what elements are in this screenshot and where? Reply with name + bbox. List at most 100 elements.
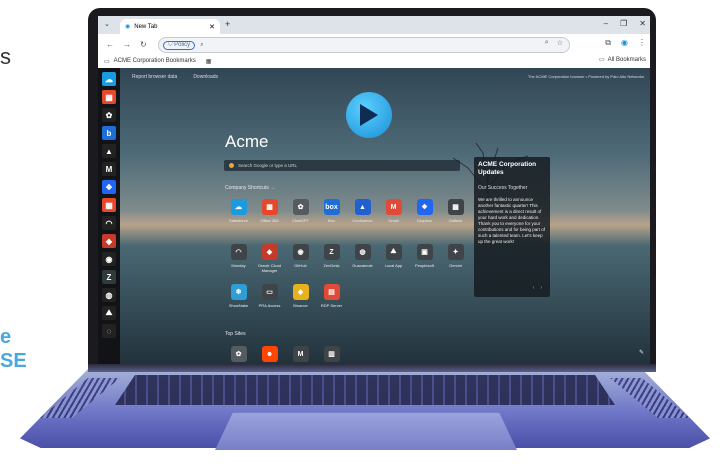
minimize-icon[interactable]: – (604, 19, 608, 28)
bookmark-folder[interactable]: ▭ ACME Corporation Bookmarks ▦ (104, 58, 211, 65)
shortcut-guacamole[interactable]: ◍ Guacamole (347, 244, 378, 273)
shortcut-local-app[interactable]: ⛰ Local App (378, 244, 409, 273)
shortcut-reddit[interactable]: ☻Reddit - (254, 346, 285, 364)
monday-icon[interactable]: ◠ (102, 216, 116, 230)
new-tab-button[interactable]: + (225, 19, 230, 29)
customize-pencil-icon[interactable]: ✎ (639, 349, 644, 356)
salesforce-icon[interactable]: ☁ (102, 72, 116, 86)
reload-icon[interactable]: ↻ (140, 40, 147, 49)
page-topbar: Report browser data Downloads (132, 74, 218, 80)
gmail-icon: M (385, 199, 402, 215)
zoom-icon[interactable]: ⌕ (545, 39, 549, 47)
shortcut-peoplesoft[interactable]: ▣ Peoplesoft (409, 244, 440, 273)
webstore-icon: ▥ (323, 346, 340, 362)
nav-buttons: ← → ↻ (106, 40, 147, 49)
confluence-icon[interactable]: ▲ (102, 144, 116, 158)
chatgpt-icon: ✿ (292, 199, 309, 215)
rdp-icon: ▤ (323, 284, 340, 300)
chatgpt-icon: ✿ (230, 346, 247, 362)
restore-icon[interactable]: ❐ (620, 19, 627, 28)
back-icon[interactable]: ← (106, 40, 114, 49)
company-shortcuts-heading[interactable]: Company Shortcuts → (225, 185, 275, 191)
shortcut-oracle-cloud-manager[interactable]: ◆ Oracle Cloud Manager (254, 244, 285, 273)
office-icon[interactable]: ▦ (102, 198, 116, 212)
shortcut-label: Monday (231, 263, 246, 268)
shortcut-salesforce[interactable]: ☁ Salesforce (223, 199, 254, 223)
shortcut-web-store[interactable]: ▥Web Store (316, 346, 347, 364)
tab-new-tab[interactable]: ◉ New Tab ✕ (120, 19, 220, 34)
shortcut-rdp-server[interactable]: ▤ RDP Server (316, 284, 347, 308)
address-bar-actions: ⌕ ☆ (545, 39, 563, 47)
snowflake-icon: ❄ (230, 284, 247, 300)
guacamole-icon[interactable]: ◍ (102, 288, 116, 302)
github-icon: ◉ (292, 244, 309, 260)
prev-icon[interactable]: ‹ (533, 285, 535, 291)
shortcuts-row-2: ◠ Monday ◆ Oracle Cloud Manager ◉ GitHub Z ZenD… (223, 244, 471, 273)
shortcut-github[interactable]: ◉ GitHub (285, 244, 316, 273)
powered-by-text: The ACME Corporation browser • Powered b… (527, 74, 644, 79)
shortcut-confluence[interactable]: ▲ Confluence (347, 199, 378, 223)
shortcut-shownake[interactable]: ❄ ShowNake (223, 284, 254, 308)
laptop-hinge (88, 364, 656, 372)
zendesk-icon: Z (323, 244, 340, 260)
all-bookmarks[interactable]: ▭ All Bookmarks (599, 56, 646, 64)
monday-icon: ◠ (230, 244, 247, 260)
window-controls: – ❐ ✕ (604, 19, 646, 28)
shortcut-gmail[interactable]: M Gmail (378, 199, 409, 223)
shortcut-monday[interactable]: ◠ Monday (223, 244, 254, 273)
local-app-icon[interactable]: ⛰ (102, 306, 116, 320)
box-icon[interactable]: b (102, 126, 116, 140)
forward-icon[interactable]: → (123, 40, 131, 49)
shortcut-label: Gmail (388, 218, 399, 223)
shortcut-label: GitHub (294, 263, 307, 268)
loading-icon[interactable]: ◌ (102, 324, 116, 338)
shortcut-box[interactable]: box Box (316, 199, 347, 223)
shortcut-binance[interactable]: ◈ Binance (285, 284, 316, 308)
next-icon[interactable]: › (540, 285, 542, 291)
gmail-icon[interactable]: M (102, 162, 116, 176)
page-title: Acme (225, 132, 269, 151)
shortcut-chatgpt[interactable]: ✿ChatGPT (285, 199, 316, 223)
apps-grid-icon[interactable]: ▦ (206, 58, 212, 65)
shortcut-inbox[interactable]: MInbox (285, 346, 316, 364)
close-window-icon[interactable]: ✕ (639, 19, 646, 28)
shortcut-pra-access[interactable]: ▭ PRA Access (254, 284, 285, 308)
address-bar[interactable]: ⛉ Policy ⌕ ⌕ ☆ (158, 37, 570, 53)
shortcut-office-365[interactable]: ▦ Office 365 (254, 199, 285, 223)
shortcut-label: Box (328, 218, 335, 223)
tab-search-chevron-icon[interactable]: ⌄ (104, 20, 110, 28)
policy-badge[interactable]: ⛉ Policy (163, 40, 196, 50)
shortcut-outlook[interactable]: ▦ Outlook (440, 199, 471, 223)
close-tab-icon[interactable]: ✕ (209, 23, 215, 31)
shortcut-label: Outlook (448, 218, 463, 223)
downloads-link[interactable]: Downloads (193, 74, 218, 80)
github-icon[interactable]: ◉ (102, 252, 116, 266)
search-input[interactable]: Search Google or type a URL (224, 160, 460, 171)
trackpad (215, 412, 517, 450)
local-app-icon: ⛰ (385, 244, 402, 260)
extensions-icon[interactable]: ⧉ (605, 38, 611, 48)
bg-fragment-e: e (0, 326, 12, 348)
shortcut-dropbox[interactable]: ❖ Dropbox (409, 199, 440, 223)
chatgpt-icon[interactable]: ✿ (102, 108, 116, 122)
office-icon[interactable]: ▦ (102, 90, 116, 104)
shortcut-label: RDP Server (320, 303, 343, 308)
updates-body: We are thrilled to announce another fant… (478, 197, 546, 244)
binance-icon: ◈ (292, 284, 309, 300)
updates-panel: ACME Corporation Updates Our Success Tog… (474, 157, 550, 297)
shortcut-chatgpt[interactable]: ✿ChatGPT (223, 346, 254, 364)
dropbox-icon[interactable]: ❖ (102, 180, 116, 194)
tab-title: New Tab (134, 23, 158, 30)
shortcut-label: Guacamole (352, 263, 373, 268)
bookmark-star-icon[interactable]: ☆ (557, 39, 563, 47)
peoplesoft-icon: ▣ (416, 244, 433, 260)
profile-icon[interactable]: ◉ (621, 38, 628, 48)
all-bookmarks-label: All Bookmarks (607, 56, 646, 63)
bookmark-folder-label: ACME Corporation Bookmarks (113, 58, 196, 64)
menu-icon[interactable]: ⋮ (638, 38, 646, 48)
report-browser-data-link[interactable]: Report browser data (132, 74, 177, 80)
zendesk-icon[interactable]: Z (102, 270, 116, 284)
shortcut-zendesk[interactable]: Z ZenDesk (316, 244, 347, 273)
oracle-icon[interactable]: ◆ (102, 234, 116, 248)
shortcut-gemini[interactable]: ✦ Gemini (440, 244, 471, 273)
